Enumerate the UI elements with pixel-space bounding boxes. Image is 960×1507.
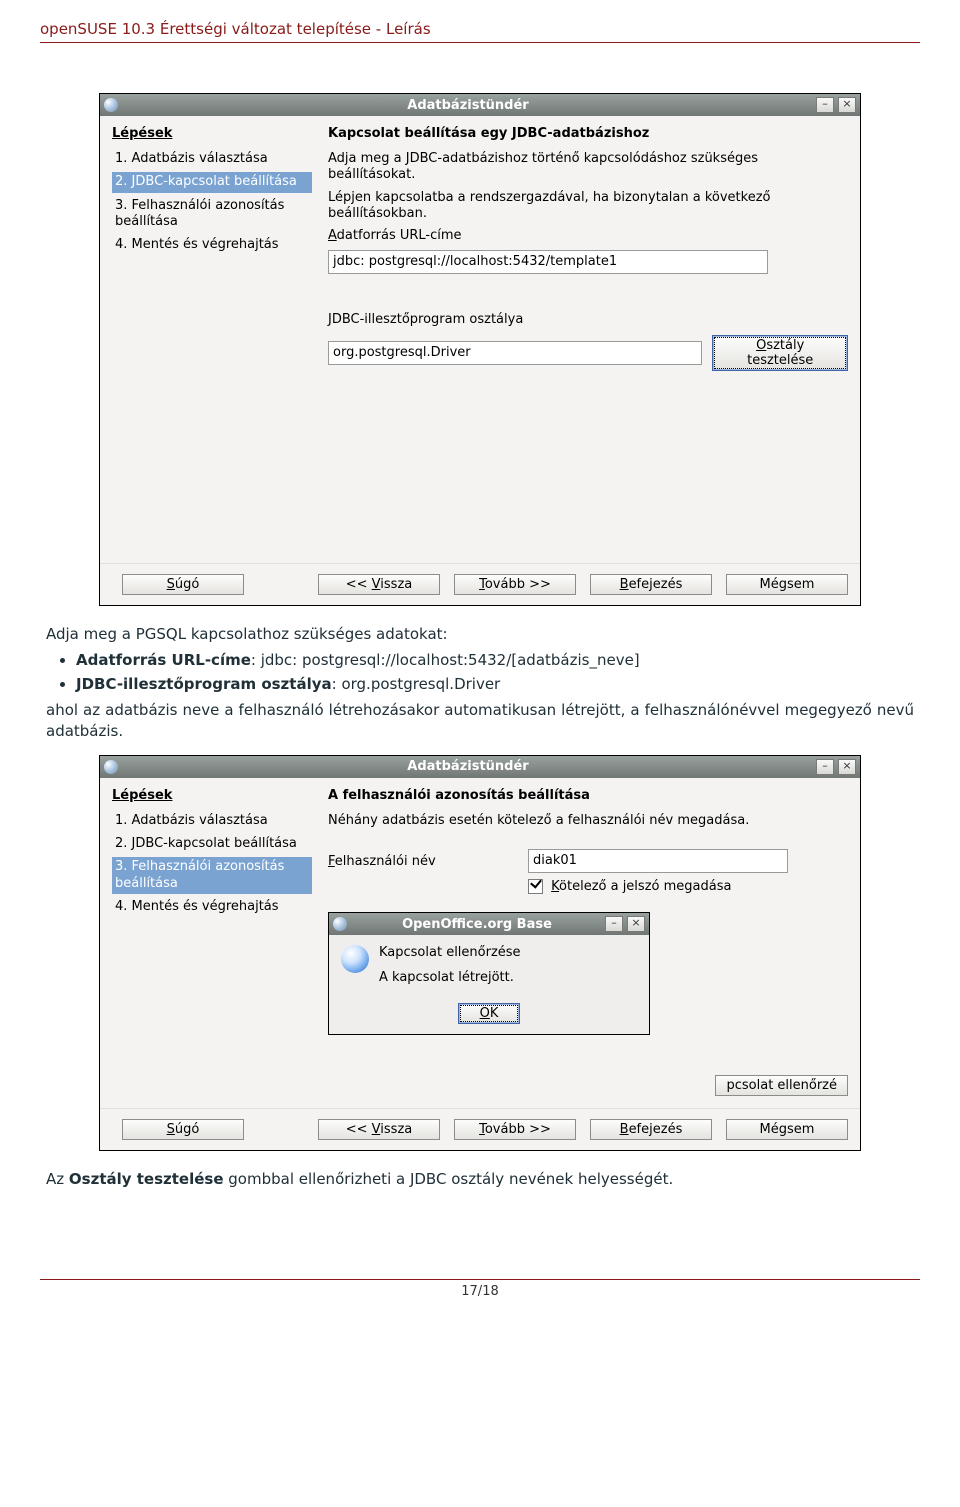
instruction-text: Lépjen kapcsolatba a rendszergazdával, h… (328, 190, 848, 223)
url-label: Adatforrás URL-címe (328, 228, 848, 244)
help-button[interactable]: Súgó (122, 1119, 244, 1140)
test-connection-button[interactable]: pcsolat ellenőrzé (715, 1075, 848, 1096)
bullet-item: Adatforrás URL-címe: jdbc: postgresql://… (76, 650, 914, 670)
wizard-step[interactable]: 2. JDBC-kapcsolat beállítása (112, 834, 312, 854)
close-button[interactable]: × (627, 916, 645, 932)
next-button[interactable]: Tovább >> (454, 1119, 576, 1140)
screenshot-jdbc-setup: Adatbázistündér – × Lépések 1. Adatbázis… (99, 93, 861, 606)
minimize-button[interactable]: – (816, 97, 834, 113)
driver-label: JDBC-illesztőprogram osztálya (328, 312, 848, 328)
finish-button[interactable]: Befejezés (590, 574, 712, 595)
dialog-text: Kapcsolat ellenőrzése (379, 945, 521, 960)
driver-class-input[interactable]: org.postgresql.Driver (328, 341, 702, 365)
section-heading: A felhasználói azonosítás beállítása (328, 788, 848, 803)
wizard-button-bar: Súgó << Vissza Tovább >> Befejezés Mégse… (100, 563, 860, 605)
password-required-checkbox[interactable]: Kötelező a jelszó megadása (528, 879, 848, 894)
document-header: openSUSE 10.3 Érettségi változat telepít… (40, 20, 920, 43)
wizard-button-bar: Súgó << Vissza Tovább >> Befejezés Mégse… (100, 1108, 860, 1150)
steps-heading: Lépések (112, 126, 312, 141)
next-button[interactable]: Tovább >> (454, 574, 576, 595)
test-class-button[interactable]: Osztály tesztelése (712, 335, 848, 371)
description-block: Adja meg a PGSQL kapcsolathoz szükséges … (46, 624, 914, 741)
connection-test-dialog: OpenOffice.org Base – × Kapcsolat ellenő… (328, 912, 650, 1035)
window-title: Adatbázistündér (124, 98, 812, 113)
finish-button[interactable]: Befejezés (590, 1119, 712, 1140)
page-footer: 17/18 (40, 1279, 920, 1299)
minimize-button[interactable]: – (605, 916, 623, 932)
bullet-item: JDBC-illesztőprogram osztálya: org.postg… (76, 674, 914, 694)
back-button[interactable]: << Vissza (318, 574, 440, 595)
wizard-step[interactable]: 4. Mentés és végrehajtás (112, 235, 312, 255)
wizard-step[interactable]: 3. Felhasználói azonosítás beállítása (112, 857, 312, 894)
description-block: Az Osztály tesztelése gombbal ellenőrizh… (46, 1169, 914, 1189)
username-input[interactable]: diak01 (528, 849, 788, 873)
close-button[interactable]: × (838, 759, 856, 775)
window-titlebar: Adatbázistündér – × (100, 94, 860, 116)
help-button[interactable]: Súgó (122, 574, 244, 595)
ok-button[interactable]: OK (458, 1003, 520, 1024)
app-icon (104, 98, 118, 112)
info-icon (341, 945, 369, 973)
username-label: Felhasználói név (328, 854, 528, 869)
app-icon (104, 760, 118, 774)
wizard-step[interactable]: 1. Adatbázis választása (112, 811, 312, 831)
wizard-step[interactable]: 4. Mentés és végrehajtás (112, 897, 312, 917)
cancel-button[interactable]: Mégsem (726, 1119, 848, 1140)
checkbox-icon (528, 879, 543, 894)
close-button[interactable]: × (838, 97, 856, 113)
app-icon (333, 917, 347, 931)
instruction-text: Néhány adatbázis esetén kötelező a felha… (328, 813, 848, 829)
steps-heading: Lépések (112, 788, 312, 803)
wizard-step[interactable]: 1. Adatbázis választása (112, 149, 312, 169)
section-heading: Kapcsolat beállítása egy JDBC-adatbázish… (328, 126, 848, 141)
wizard-step[interactable]: 3. Felhasználói azonosítás beállítása (112, 196, 312, 233)
cancel-button[interactable]: Mégsem (726, 574, 848, 595)
dialog-title: OpenOffice.org Base (353, 917, 601, 932)
minimize-button[interactable]: – (816, 759, 834, 775)
window-title: Adatbázistündér (124, 759, 812, 774)
datasource-url-input[interactable]: jdbc: postgresql://localhost:5432/templa… (328, 250, 768, 274)
dialog-text: A kapcsolat létrejött. (379, 970, 521, 985)
back-button[interactable]: << Vissza (318, 1119, 440, 1140)
window-titlebar: Adatbázistündér – × (100, 756, 860, 778)
instruction-text: Adja meg a JDBC-adatbázishoz történő kap… (328, 151, 848, 184)
screenshot-user-auth: Adatbázistündér – × Lépések 1. Adatbázis… (99, 755, 861, 1151)
wizard-step[interactable]: 2. JDBC-kapcsolat beállítása (112, 172, 312, 192)
